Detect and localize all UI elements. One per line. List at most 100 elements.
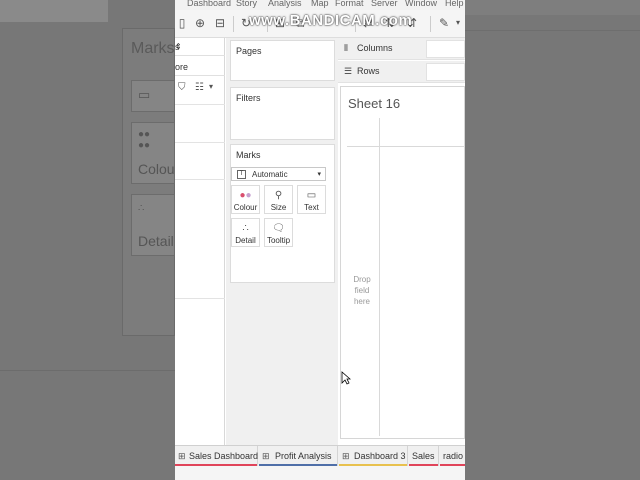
chevron-down-icon[interactable]: ▾	[451, 16, 465, 30]
tab-label: Sales Dashboard	[189, 451, 259, 461]
toolbar-divider	[430, 16, 431, 32]
colour-dots-icon: ●● ●●	[138, 129, 151, 151]
drop-hint-line: field	[354, 286, 370, 295]
background-tab	[0, 0, 108, 22]
tab-sales-dashboard[interactable]: ⊞ Sales Dashboard	[175, 446, 258, 467]
background-colour-card: ●● ●● Colour	[131, 122, 179, 184]
menu-item-dashboard[interactable]: Dashboard	[187, 0, 231, 8]
pages-shelf-title: Pages	[236, 46, 262, 56]
background-colour-label: Colour	[138, 161, 180, 177]
pages-shelf[interactable]: Pages	[230, 40, 335, 81]
tooltip-icon: 🗨	[272, 223, 285, 234]
row-header-divider	[379, 118, 380, 436]
data-pane-divider	[175, 179, 225, 180]
detail-icon: ∴	[242, 223, 249, 234]
background-detail-card: ∴ Detail	[131, 194, 175, 256]
new-data-source-icon[interactable]: ⊕	[193, 16, 207, 30]
sheet-canvas[interactable]: Sheet 16 Drop field here	[340, 86, 465, 439]
tab-label: Dashboard 3	[354, 451, 406, 461]
menu-item-format[interactable]: Format	[335, 0, 364, 8]
dashboard-icon: ⊞	[262, 451, 270, 461]
dashboard-icon: ⊞	[178, 451, 186, 461]
columns-shelf-label: Columns	[357, 43, 393, 53]
colour-button-label: Colour	[233, 203, 258, 212]
menu-item-analysis[interactable]: Analysis	[268, 0, 302, 8]
drop-hint-line: here	[353, 297, 370, 306]
mark-type-dropdown[interactable]: T Automatic ▾	[231, 167, 326, 181]
data-pane-divider	[175, 142, 225, 143]
status-bar	[175, 466, 465, 480]
data-pane-header[interactable]: s ⇕	[175, 38, 225, 56]
menu-item-window[interactable]: Window	[405, 0, 437, 8]
bandicam-watermark: www.BANDICAM.com	[249, 12, 413, 29]
dashboard-icon: ⊞	[342, 451, 350, 461]
highlight-pen-icon[interactable]: ✎	[437, 16, 451, 30]
columns-drop-target[interactable]	[426, 40, 465, 58]
sheet-title: Sheet 16	[348, 96, 401, 111]
columns-shelf[interactable]: ⦀ Columns	[338, 38, 465, 60]
text-mark-icon: T	[237, 170, 246, 179]
data-pane-divider	[175, 298, 225, 299]
chevron-down-icon[interactable]: ▾	[209, 82, 213, 91]
toolbar-divider	[233, 16, 234, 32]
header-divider	[347, 146, 465, 147]
detail-dots-icon: ∴	[138, 203, 145, 214]
rows-shelf-label: Rows	[357, 66, 380, 76]
tab-profit-analysis[interactable]: ⊞ Profit Analysis	[259, 446, 338, 467]
tableau-window: Dashboard Story Analysis Map Format Serv…	[175, 0, 465, 480]
size-button[interactable]: ⚲ Size	[264, 185, 293, 214]
background-menu-strip	[465, 0, 640, 15]
background-left: Marks ▭ ●● ●● Colour ∴ Detail	[0, 0, 179, 480]
menu-item-help[interactable]: Help	[445, 0, 464, 8]
tab-label: radio	[443, 451, 464, 461]
tooltip-button-label: Tooltip	[266, 236, 291, 245]
screen: Marks ▭ ●● ●● Colour ∴ Detail Dashboard S…	[0, 0, 640, 480]
background-divider	[0, 370, 175, 371]
pause-data-icon[interactable]: ⊟	[213, 16, 227, 30]
filters-shelf[interactable]: Filters	[230, 87, 335, 140]
text-button[interactable]: ▭ Text	[297, 185, 326, 214]
detail-button-label: Detail	[235, 236, 256, 245]
view-area: ⦀ Columns ☰ Rows Sheet 16 Drop field her…	[338, 38, 465, 445]
rows-icon: ☰	[344, 66, 353, 76]
background-right	[465, 0, 640, 480]
colour-icon: ●●	[239, 190, 252, 201]
menu-bar: Dashboard Story Analysis Map Format Serv…	[175, 0, 465, 10]
background-marks-title: Marks	[131, 40, 175, 57]
drop-hint-line: Drop	[353, 275, 371, 284]
filters-shelf-title: Filters	[236, 93, 261, 103]
rows-shelf[interactable]: ☰ Rows	[338, 61, 465, 83]
tab-label: Profit Analysis	[275, 451, 332, 461]
tab-dashboard-3[interactable]: ⊞ Dashboard 3	[339, 446, 408, 467]
sheet-tab-bar: ⊞ Sales Dashboard ⊞ Profit Analysis ⊞ Da…	[175, 445, 465, 467]
menu-item-story[interactable]: Story	[236, 0, 257, 8]
data-pane-tools: ⛉ ☷ ▾	[175, 80, 225, 96]
data-pane-search[interactable]: ore	[175, 58, 225, 76]
tooltip-button[interactable]: 🗨 Tooltip	[264, 218, 293, 247]
menu-item-map[interactable]: Map	[311, 0, 329, 8]
chevron-down-icon: ▾	[317, 171, 321, 178]
marks-card-title: Marks	[236, 150, 261, 160]
text-button-label: Text	[304, 203, 319, 212]
shelves-column: Pages Filters Marks T Automatic ▾ ●● Col…	[226, 38, 338, 445]
tab-sales[interactable]: Sales	[409, 446, 439, 467]
data-pane-divider	[175, 104, 225, 105]
text-icon: ▭	[138, 87, 151, 102]
background-detail-label: Detail	[138, 233, 174, 249]
tab-radio[interactable]: radio	[440, 446, 465, 467]
text-icon: ▭	[306, 190, 317, 201]
menu-item-server[interactable]: Server	[371, 0, 398, 8]
detail-button[interactable]: ∴ Detail	[231, 218, 260, 247]
new-sheet-icon[interactable]: ▯	[175, 16, 189, 30]
size-icon: ⚲	[274, 190, 283, 201]
colour-button[interactable]: ●● Colour	[231, 185, 260, 214]
sort-arrows-icon[interactable]: ⇕	[175, 42, 221, 51]
filter-icon[interactable]: ⛉	[178, 82, 186, 93]
mark-type-value: Automatic	[252, 170, 288, 179]
view-options-icon[interactable]: ☷	[195, 82, 204, 93]
data-pane: s ⇕ ore ⛉ ☷ ▾	[175, 38, 225, 445]
drop-field-hint[interactable]: Drop field here	[349, 274, 375, 307]
background-text-card: ▭	[131, 80, 175, 112]
rows-drop-target[interactable]	[426, 63, 465, 81]
size-button-label: Size	[270, 203, 287, 212]
